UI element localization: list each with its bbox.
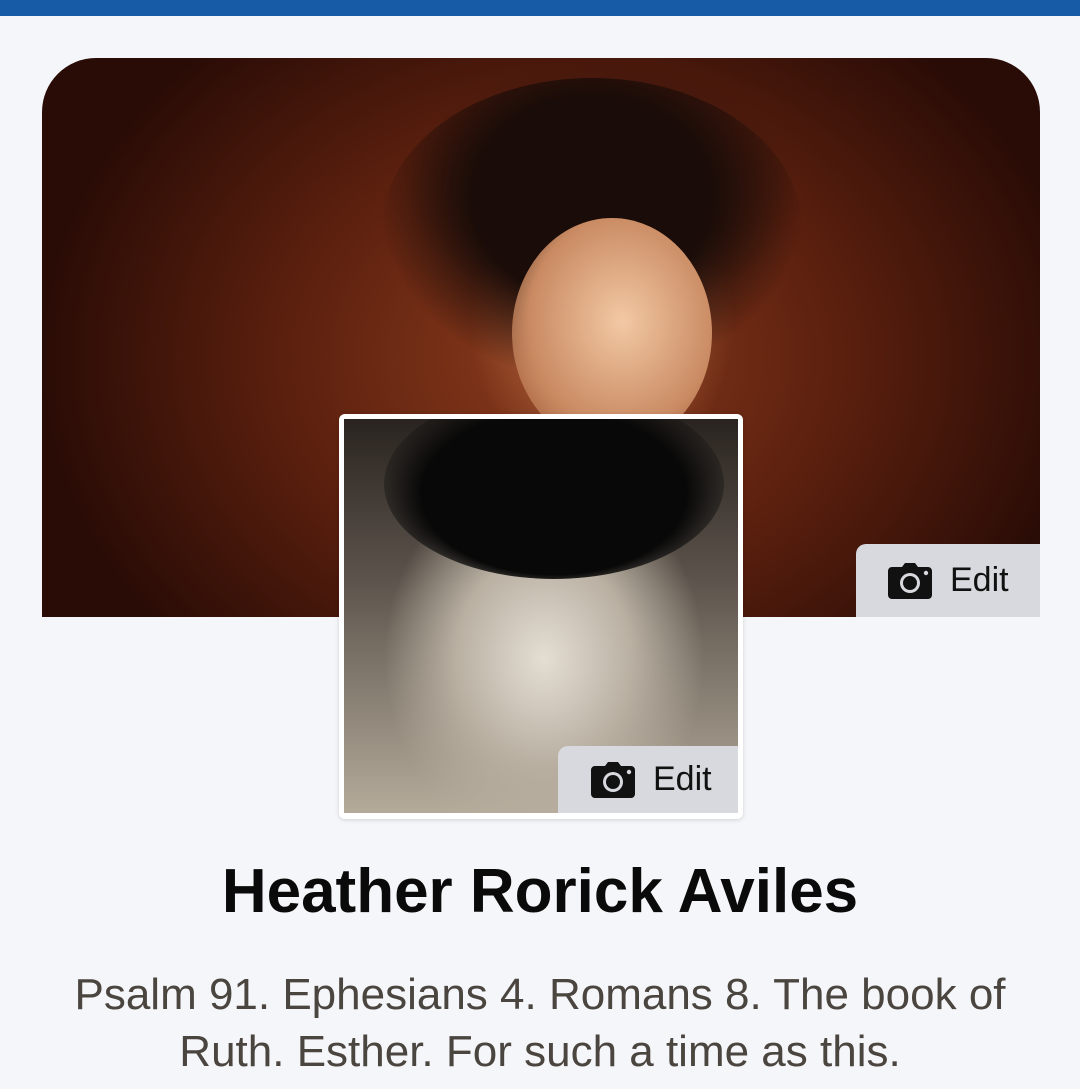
edit-cover-photo-button[interactable]: Edit: [856, 544, 1040, 617]
camera-icon: [591, 761, 635, 798]
edit-profile-picture-label: Edit: [653, 760, 712, 798]
profile-picture-subject-hair: [384, 419, 724, 579]
camera-icon: [888, 562, 932, 599]
profile-picture-frame: Edit: [339, 414, 743, 819]
profile-bio: Psalm 91. Ephesians 4. Romans 8. The boo…: [74, 970, 1006, 1076]
profile-name: Heather Rorick Aviles: [221, 857, 859, 926]
edit-profile-picture-button[interactable]: Edit: [558, 746, 738, 813]
top-status-bar: [0, 0, 1080, 16]
edit-cover-label: Edit: [950, 561, 1009, 599]
